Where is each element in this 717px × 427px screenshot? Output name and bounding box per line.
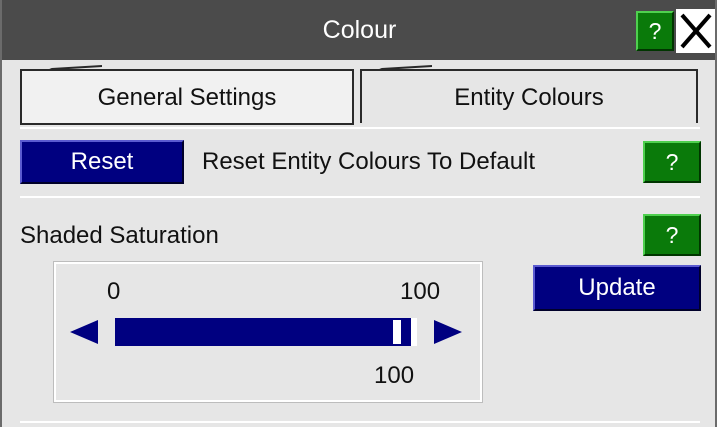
divider-top — [20, 127, 700, 129]
window-title: Colour — [322, 16, 397, 44]
shaded-help-button[interactable]: ? — [643, 214, 701, 256]
saturation-slider-track[interactable] — [115, 318, 417, 346]
close-button[interactable] — [676, 9, 715, 53]
reset-button[interactable]: Reset — [20, 140, 184, 184]
slider-value-label: 100 — [374, 362, 415, 389]
colour-dialog: Colour ? General Settings Entity Colours… — [0, 0, 717, 427]
divider-middle — [20, 196, 700, 198]
tab-general-settings[interactable]: General Settings — [20, 69, 354, 125]
reset-help-button[interactable]: ? — [643, 141, 701, 183]
saturation-slider-thumb[interactable] — [391, 318, 403, 346]
title-help-button[interactable]: ? — [636, 11, 674, 51]
reset-description: Reset Entity Colours To Default — [202, 148, 536, 175]
divider-bottom — [20, 421, 700, 423]
slider-decrease-arrow-icon[interactable] — [70, 318, 98, 351]
close-icon — [680, 13, 712, 49]
tab-entity-colours[interactable]: Entity Colours — [360, 69, 698, 123]
saturation-slider-fill — [115, 318, 411, 346]
slider-max-label: 100 — [400, 278, 441, 305]
update-button[interactable]: Update — [533, 265, 701, 311]
shaded-saturation-label: Shaded Saturation — [20, 222, 219, 249]
title-bar[interactable]: Colour — [2, 0, 715, 60]
slider-min-label: 0 — [107, 278, 121, 305]
slider-increase-arrow-icon[interactable] — [434, 318, 462, 351]
